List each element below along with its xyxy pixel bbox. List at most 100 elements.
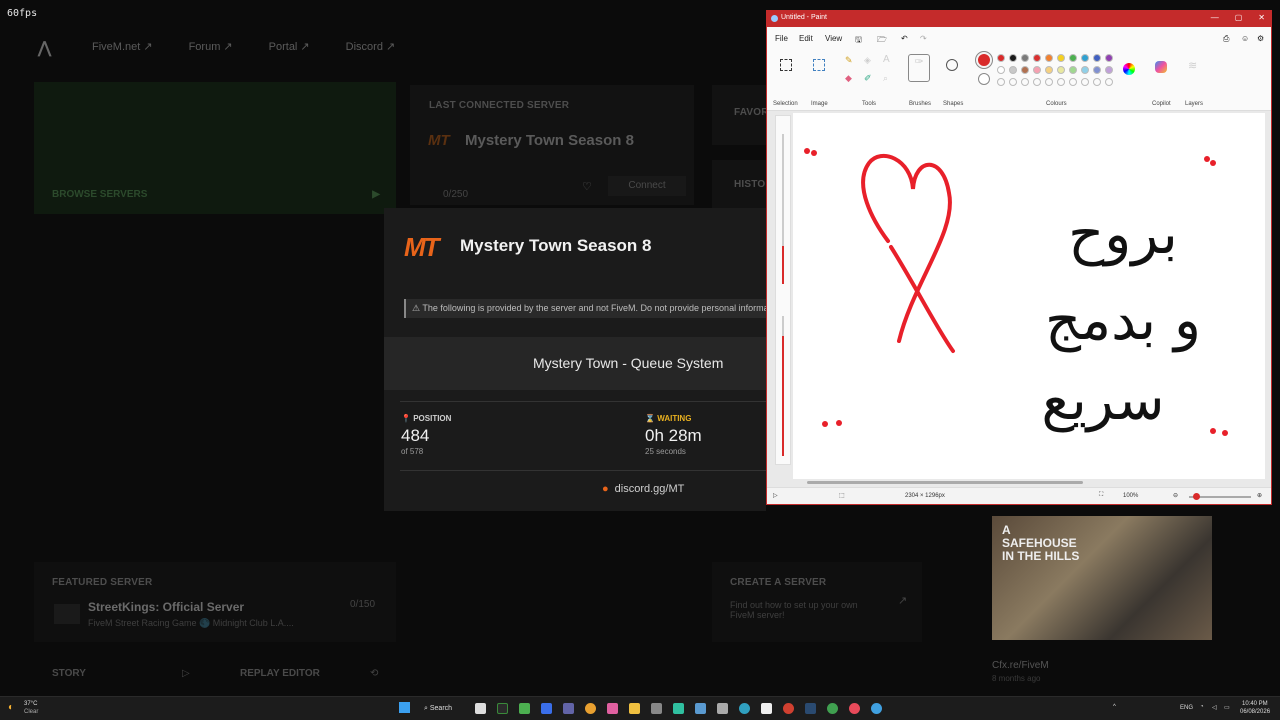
menu-view[interactable]: View — [825, 34, 842, 43]
color-swatch[interactable] — [1009, 66, 1017, 74]
app-icon[interactable] — [651, 703, 662, 714]
clock-time[interactable]: 10:40 PM — [1242, 701, 1268, 707]
color-swatch[interactable] — [1033, 54, 1041, 62]
magnifier-icon[interactable]: ⌕ — [883, 73, 888, 84]
color-swatch[interactable] — [1069, 54, 1077, 62]
news-source[interactable]: Cfx.re/FiveM — [992, 660, 1049, 671]
maximize-button[interactable]: ▢ — [1235, 13, 1243, 22]
empty-swatch[interactable] — [1045, 78, 1053, 86]
empty-swatch[interactable] — [1081, 78, 1089, 86]
color-swatch[interactable] — [1045, 66, 1053, 74]
steam-icon[interactable] — [805, 703, 816, 714]
story-button[interactable]: STORY — [52, 668, 86, 679]
play-icon[interactable]: ▷ — [773, 492, 778, 499]
zoom-level[interactable]: 100% — [1123, 493, 1138, 499]
brush-size-slider[interactable] — [782, 134, 784, 284]
nav-link-discord[interactable]: Discord ↗ — [346, 40, 396, 53]
chrome-icon[interactable] — [585, 703, 596, 714]
nav-link-forum[interactable]: Forum ↗ — [189, 40, 233, 53]
discord-link[interactable]: ● discord.gg/MT — [602, 483, 684, 495]
chrome-icon[interactable] — [849, 703, 860, 714]
calculator-icon[interactable] — [717, 703, 728, 714]
copilot-icon[interactable] — [1155, 61, 1167, 73]
empty-swatch[interactable] — [1009, 78, 1017, 86]
fill-icon[interactable]: ◈ — [864, 55, 871, 66]
app-icon[interactable] — [673, 703, 684, 714]
app-icon[interactable] — [519, 703, 530, 714]
selection-icon[interactable] — [780, 59, 792, 71]
fit-icon[interactable]: ⛶ — [1099, 492, 1103, 499]
color-swatch[interactable] — [1081, 66, 1089, 74]
file-icon[interactable] — [761, 703, 772, 714]
paint-taskbar-icon[interactable] — [871, 703, 882, 714]
featured-server-name[interactable]: StreetKings: Official Server — [88, 600, 244, 614]
color-swatch[interactable] — [1057, 66, 1065, 74]
picker-icon[interactable]: ✐ — [864, 73, 872, 84]
nav-link-portal[interactable]: Portal ↗ — [269, 40, 310, 53]
secondary-color[interactable] — [978, 73, 990, 85]
color-swatch[interactable] — [1045, 54, 1053, 62]
volume-icon[interactable]: ◁ — [1212, 704, 1217, 711]
color-swatch[interactable] — [1033, 66, 1041, 74]
minimize-button[interactable]: — — [1211, 13, 1219, 22]
nav-link-fivem[interactable]: FiveM.net ↗ — [92, 40, 153, 53]
pencil-icon[interactable]: ✎ — [845, 55, 853, 66]
empty-swatch[interactable] — [1069, 78, 1077, 86]
chrome-icon[interactable] — [827, 703, 838, 714]
color-swatch[interactable] — [997, 54, 1005, 62]
layers-icon[interactable]: ≋ — [1188, 59, 1197, 72]
active-color[interactable] — [975, 51, 993, 69]
eraser-icon[interactable]: ◆ — [845, 73, 852, 84]
weather-icon[interactable]: ◐ — [8, 702, 14, 713]
news-thumbnail[interactable]: A SAFEHOUSE IN THE HILLS — [992, 516, 1212, 640]
color-swatch[interactable] — [1105, 54, 1113, 62]
color-swatch[interactable] — [1081, 54, 1089, 62]
color-swatch[interactable] — [1009, 54, 1017, 62]
color-swatch[interactable] — [1093, 66, 1101, 74]
drawing-canvas[interactable]: بروح و بدمج سريع — [793, 113, 1265, 479]
edge-icon[interactable] — [739, 703, 750, 714]
color-swatch[interactable] — [1069, 66, 1077, 74]
empty-swatch[interactable] — [1057, 78, 1065, 86]
menu-edit[interactable]: Edit — [799, 34, 813, 43]
app-icon[interactable] — [541, 703, 552, 714]
settings-icon[interactable]: ⚙ — [1257, 34, 1264, 43]
zoom-in-icon[interactable]: ⊕ — [1257, 492, 1262, 499]
heart-icon[interactable]: ♡ — [582, 180, 592, 193]
tray-chevron-icon[interactable]: ^ — [1113, 704, 1116, 710]
start-icon[interactable] — [399, 702, 410, 713]
clock-date[interactable]: 06/08/2026 — [1240, 709, 1270, 715]
browse-servers-tile[interactable]: BROWSE SERVERS ▶ — [34, 82, 396, 214]
empty-swatch[interactable] — [1105, 78, 1113, 86]
last-server-name[interactable]: Mystery Town Season 8 — [465, 132, 634, 149]
color-swatch[interactable] — [1093, 54, 1101, 62]
search-button[interactable]: ⌕ Search — [424, 701, 464, 716]
empty-swatch[interactable] — [1033, 78, 1041, 86]
text-icon[interactable]: A — [883, 54, 890, 65]
color-picker-icon[interactable] — [1123, 63, 1135, 75]
save-icon[interactable]: 🖫 — [855, 34, 862, 48]
menu-file[interactable]: File — [775, 34, 788, 43]
fivem-taskbar-icon[interactable] — [497, 703, 508, 714]
image-icon[interactable] — [813, 59, 825, 71]
close-button[interactable]: ✕ — [1258, 13, 1265, 22]
shapes-icon[interactable] — [946, 59, 958, 71]
empty-swatch[interactable] — [997, 78, 1005, 86]
fivem-logo[interactable]: ⋀ — [38, 38, 51, 58]
redo-icon[interactable]: ↷ — [920, 34, 927, 43]
color-swatch[interactable] — [1021, 54, 1029, 62]
connect-button[interactable]: Connect — [608, 176, 686, 196]
chrome-icon[interactable] — [783, 703, 794, 714]
account-icon[interactable]: ☺ — [1241, 34, 1249, 43]
teams-icon[interactable] — [563, 703, 574, 714]
empty-swatch[interactable] — [1021, 78, 1029, 86]
horizontal-scrollbar[interactable] — [807, 481, 1083, 484]
shield-icon[interactable] — [695, 703, 706, 714]
copilot-taskbar-icon[interactable] — [607, 703, 618, 714]
taskview-icon[interactable] — [475, 703, 486, 714]
color-swatch[interactable] — [1105, 66, 1113, 74]
undo-icon[interactable]: ↶ — [901, 34, 908, 43]
battery-icon[interactable]: ▭ — [1224, 704, 1230, 711]
share-icon[interactable]: ⎙ — [1223, 34, 1229, 44]
paint-titlebar[interactable]: Untitled - Paint — ▢ ✕ — [767, 11, 1271, 27]
